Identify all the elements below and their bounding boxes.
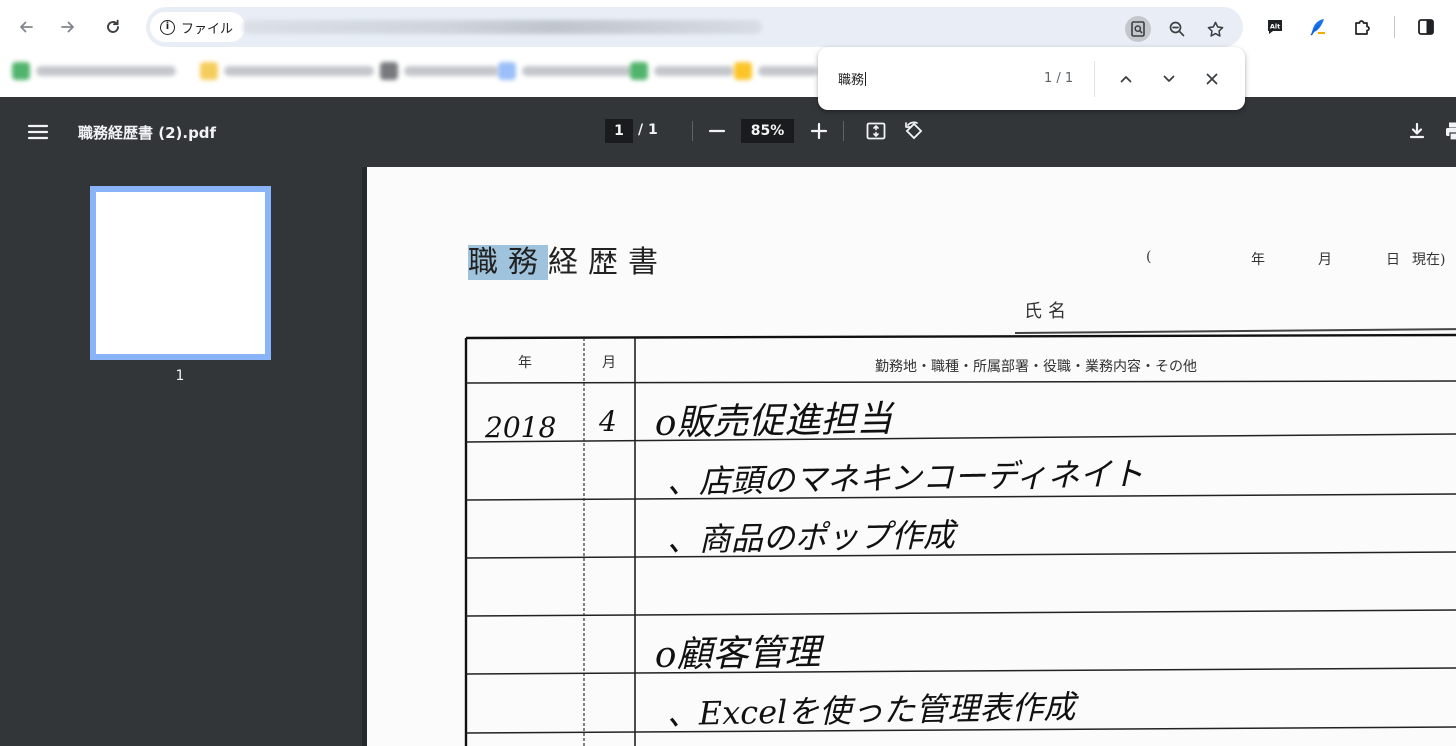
reload-icon (107, 19, 119, 33)
zoom-button[interactable] (1164, 16, 1190, 42)
toolbar-divider (1394, 16, 1395, 38)
find-match-count: 1 / 1 (1044, 71, 1074, 86)
print-button[interactable] (1442, 118, 1456, 144)
star-icon (1207, 21, 1223, 37)
plus-icon (810, 122, 828, 140)
alt-text-icon: Alt (1268, 20, 1282, 34)
side-panel-icon (1418, 19, 1434, 35)
toolbar-divider (692, 121, 693, 141)
site-chip-label: ファイル (181, 21, 234, 37)
zoom-level-input[interactable]: 85% (741, 119, 794, 143)
info-icon: i (160, 19, 175, 35)
find-input[interactable]: 職務 (838, 69, 867, 88)
page-thumbnail[interactable] (90, 186, 271, 360)
zoom-out-button[interactable] (704, 118, 730, 144)
menu-icon (27, 124, 49, 140)
bookmark-item[interactable] (12, 60, 176, 82)
address-bar[interactable]: i ファイル (146, 7, 1243, 47)
forward-button[interactable] (54, 13, 82, 41)
zoom-out-icon (1169, 21, 1185, 37)
chevron-down-icon (1163, 75, 1175, 82)
row-detail: 、Excelを使った管理表作成 (666, 688, 1079, 733)
site-info-chip[interactable]: i ファイル (150, 12, 246, 42)
column-header-details: 勤務地・職種・所属部署・役職・業務内容・その他 (875, 358, 1197, 375)
zoom-in-button[interactable] (806, 118, 832, 144)
thumbnail-sidebar: 1 (0, 167, 362, 746)
page-number-input[interactable]: 1 (605, 119, 633, 143)
find-in-page-button[interactable] (1125, 16, 1151, 42)
bookmark-item[interactable] (734, 60, 818, 82)
close-icon (1206, 73, 1218, 85)
rotate-button[interactable] (901, 118, 927, 144)
row-detail: o販売促進担当 (654, 399, 895, 444)
arrow-left-icon (20, 21, 33, 33)
pdf-viewer[interactable]: 職務経歴書 ( 年 月 日 現在) 氏名 年 月 勤務地・職種・所属部署・役職・… (367, 167, 1456, 746)
svg-text:Alt: Alt (1270, 23, 1280, 31)
bookmark-item[interactable] (630, 60, 734, 82)
fit-page-button[interactable] (863, 118, 889, 144)
row-detail: 、商品のポップ作成 (666, 516, 959, 559)
row-month: 4 (598, 405, 617, 438)
text-caret (865, 72, 867, 86)
puzzle-icon (1355, 20, 1370, 35)
document-title: 職務経歴書 (2).pdf (78, 124, 217, 142)
page-total: / 1 (638, 122, 658, 138)
minus-icon (708, 129, 726, 133)
row-detail: o顧客管理 (654, 632, 825, 676)
sidebar-toggle-button[interactable] (27, 121, 49, 143)
pen-extension-button[interactable] (1304, 13, 1332, 41)
back-button[interactable] (12, 13, 40, 41)
find-next-button[interactable] (1156, 66, 1182, 92)
find-previous-button[interactable] (1113, 66, 1139, 92)
find-query: 職務 (838, 73, 865, 88)
rotate-icon (905, 121, 923, 140)
extensions-button[interactable] (1348, 13, 1376, 41)
bookmark-item[interactable] (380, 60, 499, 82)
bookmark-item[interactable] (498, 60, 632, 82)
download-icon (1409, 122, 1425, 139)
find-in-page-icon (1131, 21, 1145, 37)
chevron-up-icon (1120, 76, 1132, 83)
reload-button[interactable] (99, 13, 127, 41)
thumbnail-page-number: 1 (175, 368, 185, 384)
find-close-button[interactable] (1199, 66, 1225, 92)
column-header-year: 年 (518, 355, 532, 371)
download-button[interactable] (1404, 118, 1430, 144)
alt-text-extension-button[interactable]: Alt (1261, 13, 1289, 41)
row-year: 2018 (484, 411, 556, 444)
row-detail: 、店頭のマネキンコーディネイト (666, 455, 1143, 501)
find-divider (1094, 61, 1095, 97)
feather-pen-icon (1310, 19, 1325, 36)
arrow-right-icon (61, 21, 74, 33)
bookmark-item[interactable] (200, 60, 374, 82)
find-bar: 職務 1 / 1 (818, 47, 1245, 110)
print-icon (1446, 122, 1456, 141)
bookmark-star-button[interactable] (1202, 16, 1228, 42)
side-panel-button[interactable] (1412, 13, 1440, 41)
fit-to-page-icon (866, 122, 886, 140)
column-header-month: 月 (602, 355, 616, 371)
toolbar-divider (843, 121, 844, 141)
career-table: 年 月 勤務地・職種・所属部署・役職・業務内容・その他 2018 4 o販売促進… (464, 333, 1456, 746)
url-text-blurred (242, 20, 762, 34)
